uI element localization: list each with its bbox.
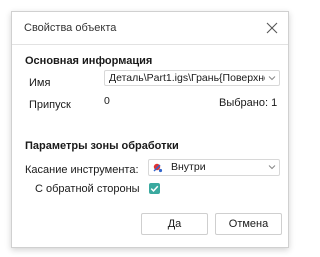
allowance-label: Припуск [29, 99, 71, 111]
chevron-down-icon [268, 165, 276, 170]
dialog-title: Свойства объекта [24, 22, 117, 34]
reverse-side-label: С обратной стороны [35, 183, 140, 195]
selected-count: Выбрано: 1 [219, 97, 278, 109]
allowance-value: 0 [104, 95, 110, 107]
reverse-side-checkbox[interactable] [149, 183, 160, 194]
object-properties-dialog: Свойства объекта Основная информация Имя… [11, 11, 289, 248]
tool-contact-value: Внутри [171, 161, 206, 173]
basic-info-heading: Основная информация [25, 55, 153, 67]
tool-contact-label: Касание инструмента: [25, 164, 139, 176]
name-value: Деталь\Part1.igs\Грань{Поверхность} [109, 72, 265, 84]
chevron-down-icon [268, 76, 276, 81]
inside-contact-icon [153, 163, 163, 173]
name-label: Имя [29, 77, 51, 89]
dialog-titlebar: Свойства объекта [12, 12, 288, 45]
checkmark-icon [150, 185, 159, 192]
cancel-button[interactable]: Отмена [215, 213, 282, 235]
allowance-input[interactable]: 0 [104, 94, 164, 110]
ok-button[interactable]: Да [141, 213, 208, 235]
name-combobox[interactable]: Деталь\Part1.igs\Грань{Поверхность} [104, 70, 280, 86]
zone-params-heading: Параметры зоны обработки [25, 140, 179, 152]
close-icon[interactable] [264, 20, 280, 36]
tool-contact-combobox[interactable]: Внутри [148, 159, 280, 176]
